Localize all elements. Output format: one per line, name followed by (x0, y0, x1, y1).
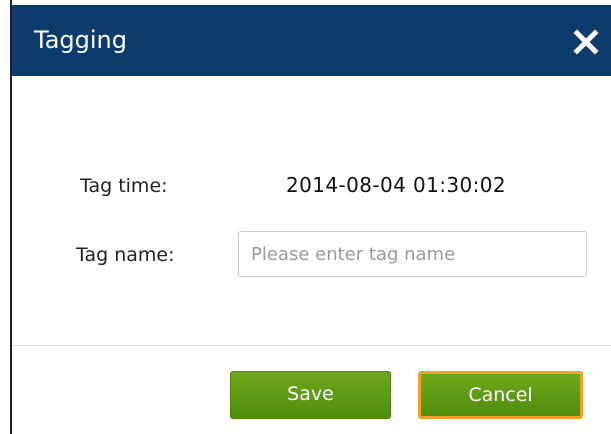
tag-time-label: Tag time: (80, 175, 168, 197)
window-frame-edge (0, 0, 12, 434)
footer-divider (12, 345, 611, 346)
tag-name-input[interactable] (238, 231, 587, 277)
tag-time-value: 2014-08-04 01:30:02 (286, 173, 507, 197)
dialog-title: Tagging (34, 26, 127, 54)
cancel-button[interactable]: Cancel (418, 371, 583, 419)
tag-name-label: Tag name: (76, 244, 175, 266)
dialog-titlebar: Tagging (12, 5, 611, 76)
tagging-dialog: Tagging Tag time: 2014-08-04 01:30:02 Ta… (0, 0, 611, 434)
save-button[interactable]: Save (230, 371, 391, 419)
close-icon[interactable] (571, 27, 601, 57)
